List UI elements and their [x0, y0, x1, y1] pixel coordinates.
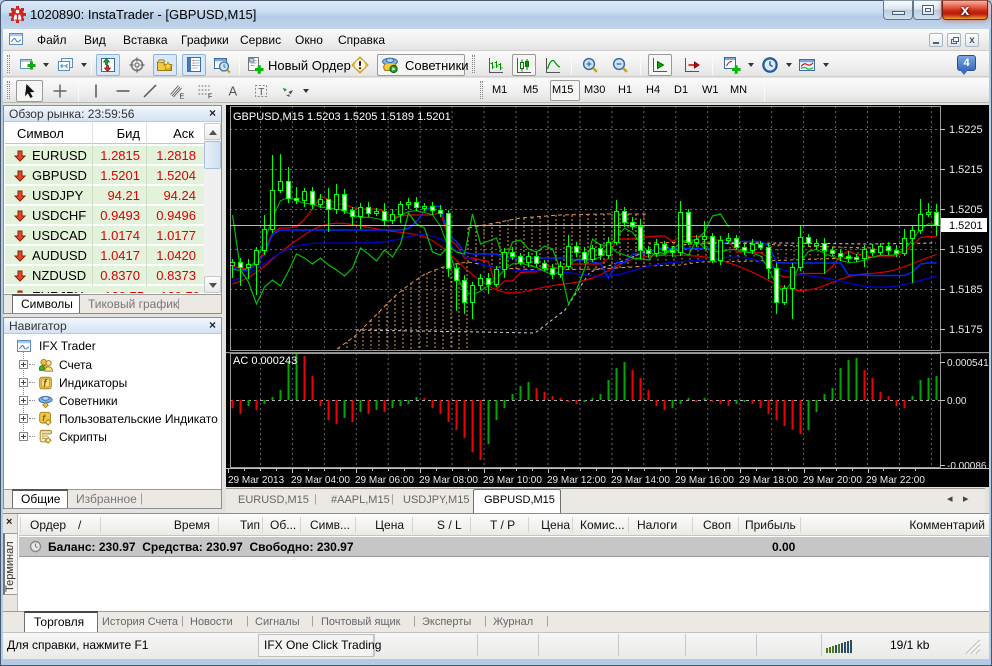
svg-text:29 Mar 04:00: 29 Mar 04:00 [291, 475, 350, 486]
svg-text:1.5225: 1.5225 [949, 124, 983, 136]
svg-text:AC 0.000243: AC 0.000243 [233, 355, 297, 367]
svg-text:1.5195: 1.5195 [949, 244, 983, 256]
svg-text:1.5215: 1.5215 [949, 164, 983, 176]
svg-text:T: T [258, 87, 264, 98]
svg-text:29 Mar 18:00: 29 Mar 18:00 [739, 475, 798, 486]
svg-text:1.5201: 1.5201 [949, 220, 983, 232]
svg-text:29 Mar 16:00: 29 Mar 16:00 [675, 475, 734, 486]
svg-text:29 Mar 08:00: 29 Mar 08:00 [419, 475, 478, 486]
svg-text:1.5175: 1.5175 [949, 324, 983, 336]
svg-text:F: F [208, 94, 212, 101]
svg-text:A: A [228, 84, 237, 99]
svg-text:29 Mar 2013: 29 Mar 2013 [228, 475, 285, 486]
svg-text:1.5205: 1.5205 [949, 204, 983, 216]
svg-text:0.00: 0.00 [947, 396, 967, 407]
svg-text:0.000541: 0.000541 [947, 358, 989, 369]
svg-text:29 Mar 14:00: 29 Mar 14:00 [611, 475, 670, 486]
svg-text:1.5185: 1.5185 [949, 284, 983, 296]
svg-text:29 Mar 12:00: 29 Mar 12:00 [547, 475, 606, 486]
svg-text:29 Mar 10:00: 29 Mar 10:00 [483, 475, 542, 486]
svg-text:29 Mar 06:00: 29 Mar 06:00 [355, 475, 414, 486]
svg-text:-0.00086: -0.00086 [947, 461, 987, 472]
svg-text:29 Mar 20:00: 29 Mar 20:00 [803, 475, 862, 486]
svg-text:29 Mar 22:00: 29 Mar 22:00 [866, 475, 925, 486]
svg-text:E: E [179, 94, 184, 101]
svg-text:GBPUSD,M15 1.5203 1.5205 1.51: GBPUSD,M15 1.5203 1.5205 1.5189 1.5201 [233, 111, 451, 123]
